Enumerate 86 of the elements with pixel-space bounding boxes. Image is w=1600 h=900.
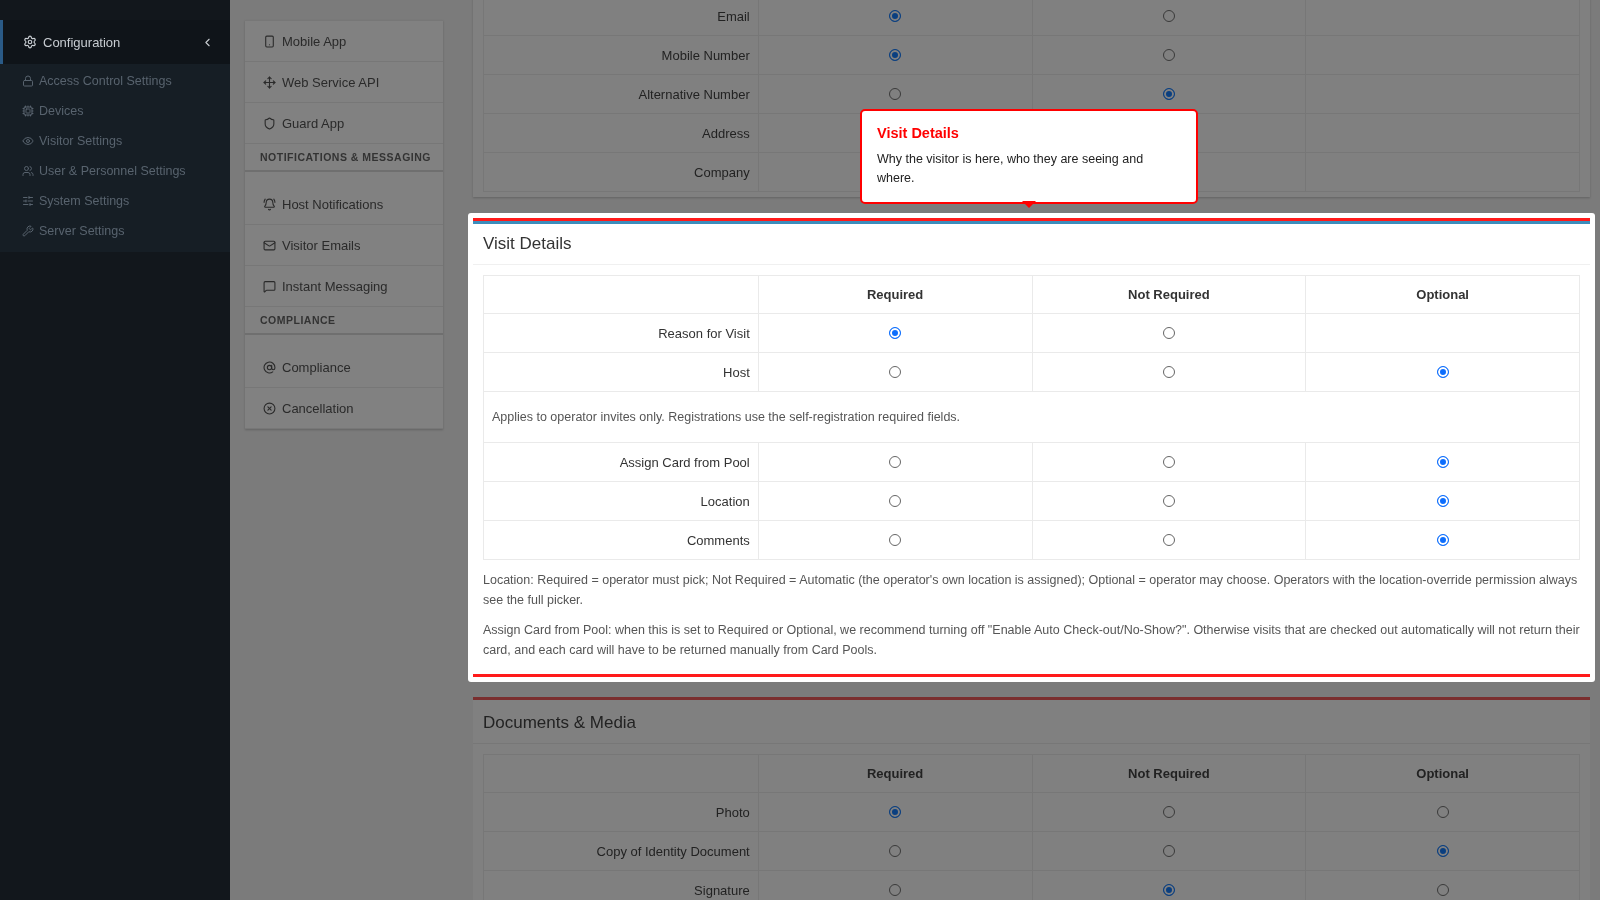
radio-button[interactable] [889,534,902,546]
radio-button[interactable] [1436,806,1449,818]
nav-subitem[interactable]: System Settings [0,186,230,216]
field-label: Address [702,125,750,141]
radio-button[interactable] [1162,10,1175,22]
radio-button[interactable] [1162,806,1175,818]
bell-icon [263,197,276,211]
chip-icon [22,105,34,117]
arrows-icon [263,75,276,89]
nav-subitem[interactable]: User & Personnel Settings [0,156,230,186]
radio-button[interactable] [1436,845,1449,857]
radio-button[interactable] [1162,49,1175,61]
message-icon [263,279,276,293]
lock-icon [22,75,34,87]
radio-button[interactable] [1162,534,1175,546]
settings-icon [23,35,37,49]
card-title: Documents & Media [483,713,637,733]
field-label: Photo [715,804,750,820]
at-sign-icon [263,360,276,374]
note-text: Applies to operator invites only. Registrations use the self-registration required fields. [492,410,961,424]
radio-button[interactable] [889,366,902,378]
menu-item[interactable]: Visitor Emails [245,225,443,266]
field-label: Location [700,493,750,509]
shield-icon [263,116,276,130]
radio-button[interactable] [889,884,902,896]
menu-item[interactable]: Compliance [245,347,443,388]
menu-item[interactable]: Cancellation [245,388,443,429]
column-header: Required [866,766,924,781]
popover-title: Visit Details [877,125,960,141]
help-text: Assign Card from Pool: when this is set to Required or Optional, we recommend turning off "Enable Auto Check-out/No-Show?". Otherwise visits that are checked out automatically will not return their card, and each card will have to be returned manually from Card Pools. [483,622,1580,659]
menu-item[interactable]: Instant Messaging [245,266,443,307]
radio-button[interactable] [1162,327,1175,339]
menu-item[interactable]: Web Service API [245,62,443,103]
menu-item[interactable]: Guard App [245,103,443,144]
field-label: Alternative Number [638,86,750,102]
radio-button[interactable] [889,495,902,507]
circle-x-icon [263,401,276,415]
menu-section-heading: COMPLIANCE [260,314,336,326]
popover-text: Why the visitor is here, who they are seeing and where. [877,151,1145,187]
radio-button[interactable] [1162,884,1175,896]
radio-button[interactable] [1436,366,1449,378]
eye-icon [22,135,34,147]
radio-button[interactable] [889,806,902,818]
radio-button[interactable] [889,49,902,61]
radio-button[interactable] [1162,456,1175,468]
field-label: Assign Card from Pool [619,454,750,470]
radio-button[interactable] [889,327,902,339]
radio-button[interactable] [1162,495,1175,507]
radio-button[interactable] [889,10,902,22]
radio-button[interactable] [889,88,902,100]
nav-subitem[interactable]: Server Settings [0,216,230,246]
field-label: Host [723,364,750,380]
menu-item[interactable]: Host Notifications [245,184,443,225]
card-title: Visit Details [483,234,572,254]
nav-subitem[interactable]: Devices [0,96,230,126]
field-label: Comments [686,532,750,548]
field-label: Company [694,164,750,180]
column-header: Optional [1416,766,1469,781]
field-label: Mobile Number [661,47,750,63]
radio-button[interactable] [1436,495,1449,507]
help-text: Location: Required = operator must pick; Not Required = Automatic (the operator's own location is assigned); Optional = operator may choose. Operators with the location-override permission always see the full picker. [483,572,1579,609]
column-header: Not Required [1128,766,1210,781]
radio-button[interactable] [1436,884,1449,896]
radio-button[interactable] [1162,88,1175,100]
sliders-icon [22,195,34,207]
radio-button[interactable] [1436,534,1449,546]
radio-button[interactable] [889,456,902,468]
column-header: Not Required [1128,287,1210,302]
wrench-icon [22,225,34,237]
column-header: Optional [1416,287,1469,302]
menu-section-heading: NOTIFICATIONS & MESSAGING [260,151,431,163]
field-label: Email [717,8,750,24]
column-header: Required [866,287,924,302]
field-label: Signature [694,882,750,898]
menu-item[interactable]: Mobile App [245,21,443,62]
radio-button[interactable] [1162,845,1175,857]
field-label: Copy of Identity Document [596,843,750,859]
mail-icon [263,238,276,252]
nav-subitem[interactable]: Visitor Settings [0,126,230,156]
smartphone-icon [263,34,276,48]
nav-subitem[interactable]: Access Control Settings [0,66,230,96]
users-icon [22,165,34,177]
radio-button[interactable] [1436,456,1449,468]
radio-button[interactable] [889,845,902,857]
radio-button[interactable] [1162,366,1175,378]
field-label: Reason for Visit [658,325,750,341]
